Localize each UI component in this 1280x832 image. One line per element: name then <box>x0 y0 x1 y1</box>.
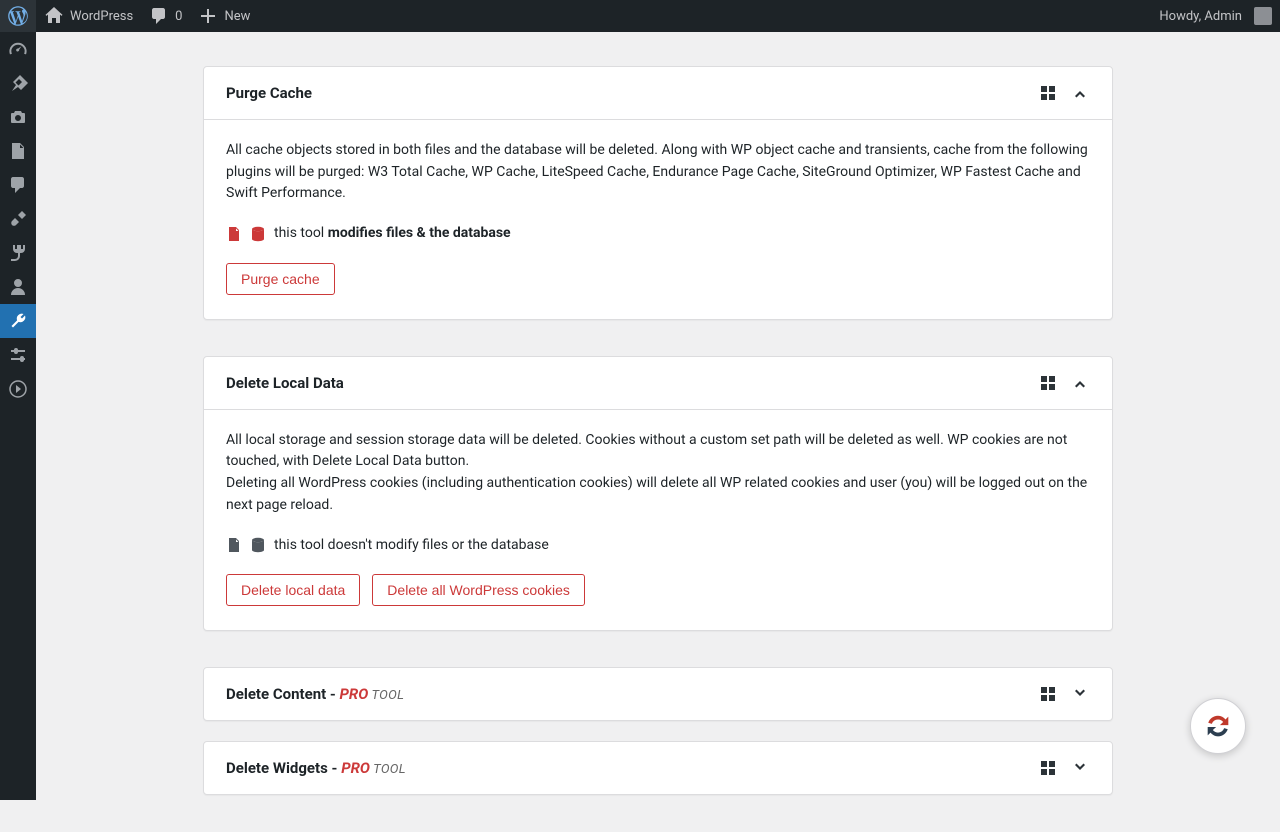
pro-badge: PRO <box>340 685 369 703</box>
grid-icon <box>1038 373 1058 393</box>
chevron-up-icon <box>1070 83 1090 103</box>
panel-title: Delete Local Data <box>226 374 344 392</box>
sidebar-item-pages[interactable] <box>0 134 36 168</box>
panel-body-text: All cache objects stored in both files a… <box>226 140 1090 205</box>
avatar-icon <box>1254 7 1272 25</box>
new-content-link[interactable]: New <box>190 0 258 32</box>
delete-local-data-button[interactable]: Delete local data <box>226 574 360 606</box>
pin-icon <box>8 73 28 93</box>
grid-icon <box>1038 684 1058 704</box>
sidebar-item-dashboard[interactable] <box>0 32 36 66</box>
sliders-icon <box>8 345 28 365</box>
floating-refresh-button[interactable] <box>1190 698 1246 754</box>
comments-link[interactable]: 0 <box>141 0 190 32</box>
modifies-text: this tool modifies files & the database <box>274 223 511 245</box>
brush-icon <box>8 209 28 229</box>
panel-grid-handle[interactable] <box>1038 373 1058 393</box>
account-link[interactable]: Howdy, Admin <box>1151 0 1280 32</box>
sidebar-item-tools[interactable] <box>0 304 36 338</box>
panel-body-text: All local storage and session storage da… <box>226 430 1090 473</box>
modifies-indicator: this tool modifies files & the database <box>226 223 1090 245</box>
admin-bar: WordPress 0 New Howdy, Admin <box>0 0 1280 32</box>
database-icon <box>250 226 266 242</box>
panel-expand-handle[interactable] <box>1070 684 1090 704</box>
sidebar-item-collapse[interactable] <box>0 372 36 406</box>
comment-icon <box>149 6 169 26</box>
home-icon <box>44 6 64 26</box>
page-icon <box>8 141 28 161</box>
sidebar-item-media[interactable] <box>0 100 36 134</box>
panel-header: Delete Content - PRO tool <box>204 668 1112 720</box>
pro-badge: PRO <box>341 759 370 777</box>
wordpress-logo-icon <box>8 6 28 26</box>
plus-icon <box>198 6 218 26</box>
grid-icon <box>1038 83 1058 103</box>
comment-icon <box>8 175 28 195</box>
chevron-down-icon <box>1070 684 1090 704</box>
panel-header: Purge Cache <box>204 67 1112 120</box>
sidebar-item-settings[interactable] <box>0 338 36 372</box>
panel-title: Delete Content - PRO tool <box>226 685 404 703</box>
panel-expand-handle[interactable] <box>1070 758 1090 778</box>
wp-logo-menu[interactable] <box>0 0 36 32</box>
comments-count: 0 <box>175 9 182 24</box>
plug-icon <box>8 243 28 263</box>
panel-title: Delete Widgets - PRO tool <box>226 759 406 777</box>
panel-collapse-handle[interactable] <box>1070 83 1090 103</box>
modifies-text: this tool doesn't modify files or the da… <box>274 535 549 557</box>
chevron-down-icon <box>1070 758 1090 778</box>
sidebar-item-users[interactable] <box>0 270 36 304</box>
sidebar-item-appearance[interactable] <box>0 202 36 236</box>
collapse-icon <box>8 379 28 399</box>
admin-sidebar <box>0 32 36 800</box>
panel-grid-handle[interactable] <box>1038 758 1058 778</box>
database-icon <box>250 537 266 553</box>
file-icon <box>226 226 242 242</box>
delete-wp-cookies-button[interactable]: Delete all WordPress cookies <box>372 574 585 606</box>
panel-grid-handle[interactable] <box>1038 684 1058 704</box>
chevron-up-icon <box>1070 373 1090 393</box>
file-icon <box>226 537 242 553</box>
panel-header: Delete Local Data <box>204 357 1112 410</box>
refresh-icon <box>1203 711 1233 741</box>
panel-delete-content: Delete Content - PRO tool <box>203 667 1113 721</box>
content-area: Purge Cache All cache objects stored in … <box>36 32 1280 800</box>
grid-icon <box>1038 758 1058 778</box>
panel-delete-local-data: Delete Local Data All local storage and … <box>203 356 1113 631</box>
panel-purge-cache: Purge Cache All cache objects stored in … <box>203 66 1113 320</box>
panel-grid-handle[interactable] <box>1038 83 1058 103</box>
panel-body-text-2: Deleting all WordPress cookies (includin… <box>226 473 1090 516</box>
user-icon <box>8 277 28 297</box>
media-icon <box>8 107 28 127</box>
wrench-icon <box>8 311 28 331</box>
sidebar-item-plugins[interactable] <box>0 236 36 270</box>
panel-title: Purge Cache <box>226 84 312 102</box>
panel-collapse-handle[interactable] <box>1070 373 1090 393</box>
purge-cache-button[interactable]: Purge cache <box>226 263 335 295</box>
site-name-text: WordPress <box>70 9 133 24</box>
panel-delete-widgets: Delete Widgets - PRO tool <box>203 741 1113 795</box>
sidebar-item-comments[interactable] <box>0 168 36 202</box>
panel-header: Delete Widgets - PRO tool <box>204 742 1112 794</box>
site-name-link[interactable]: WordPress <box>36 0 141 32</box>
gauge-icon <box>8 39 28 59</box>
new-label: New <box>224 9 250 24</box>
modifies-indicator: this tool doesn't modify files or the da… <box>226 535 1090 557</box>
greeting-text: Howdy, Admin <box>1159 9 1242 24</box>
sidebar-item-posts[interactable] <box>0 66 36 100</box>
